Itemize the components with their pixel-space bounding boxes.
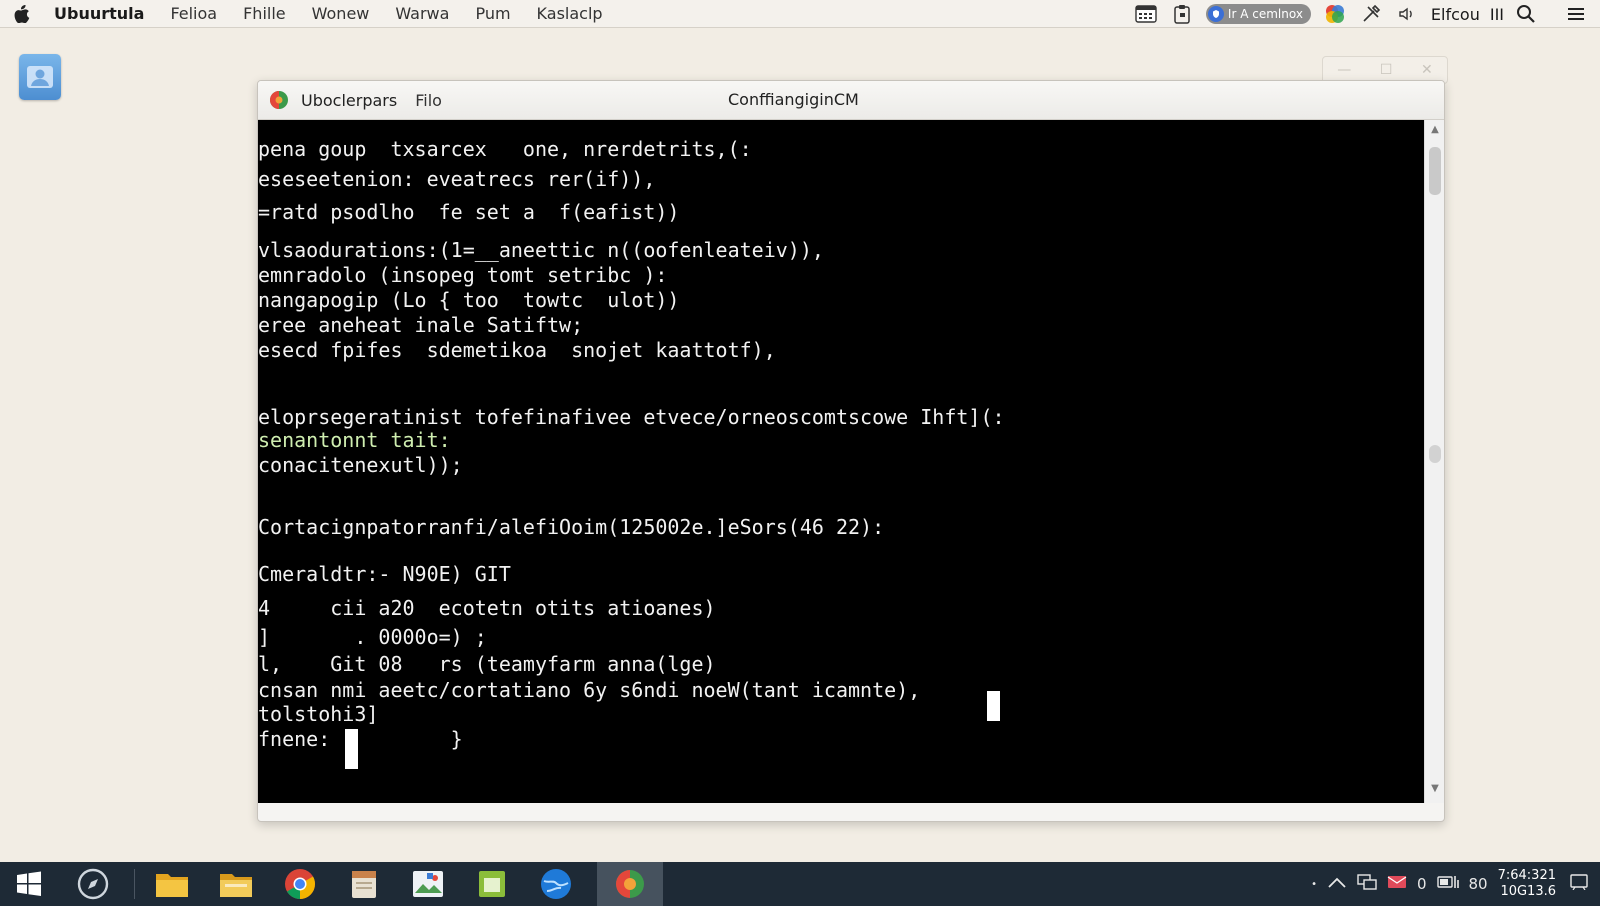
terminal-line: eree aneheat inale Satiftw; <box>258 313 584 337</box>
terminal-line: Cortacignpatorranfi/alefiOoim(125002e.]e… <box>258 515 885 539</box>
terminal-line: esecd fpifes sdemetikoa snojet kaattotf)… <box>258 338 776 362</box>
prompt-cursor <box>345 729 358 769</box>
terminal-line: cnsan nmi aeetc/cortatiano 6y s6ndi noeW… <box>258 678 921 702</box>
status-pill[interactable]: Ir A cemlnox <box>1205 4 1311 24</box>
chevron-up-icon[interactable] <box>1327 875 1347 893</box>
system-tray: • 0 80 7:64:321 10G13.6 <box>1311 862 1600 906</box>
network-icon[interactable] <box>1357 873 1377 895</box>
image-viewer-icon[interactable] <box>405 862 451 906</box>
terminal-line: fnene: } <box>258 727 463 751</box>
app-logo-icon <box>270 91 288 109</box>
text-cursor <box>987 691 1000 721</box>
tray-label: 80 <box>1468 875 1488 893</box>
terminal-line: vlsaodurations:(1=__aneettic n((oofenlea… <box>258 238 824 262</box>
terminal-line: eseseetenion: eveatrecs rer(if)), <box>258 167 656 191</box>
maximize-icon[interactable]: ☐ <box>1380 62 1393 78</box>
globe-mail-icon[interactable] <box>533 862 579 906</box>
calendar-icon[interactable] <box>1134 3 1158 25</box>
menu-item-1[interactable]: Felioa <box>170 4 217 23</box>
status-pill-label: Ir A cemlnox <box>1227 7 1303 21</box>
vertical-scrollbar[interactable]: ▲ ▼ <box>1424 120 1444 803</box>
notification-icon[interactable] <box>1570 874 1588 894</box>
terminal-line: Cmeraldtr:- N90E) GIT <box>258 562 511 586</box>
close-icon[interactable]: ✕ <box>1421 62 1433 78</box>
scroll-up-icon[interactable]: ▲ <box>1425 124 1444 140</box>
terminal-line: l, Git 08 rs (teamyfarm anna(lge) <box>258 652 716 676</box>
battery-icon[interactable] <box>1436 874 1459 894</box>
scroll-down-icon[interactable]: ▼ <box>1425 783 1444 799</box>
terminal-window: Uboclerpars Filo ConffiangiginCM pena go… <box>257 80 1445 822</box>
terminal-line: 4 cii a20 ecotetn otits atioanes) <box>258 596 716 620</box>
menu-app-name[interactable]: Ubuurtula <box>54 4 144 23</box>
shield-icon <box>1207 6 1224 22</box>
clock-time: 7:64:321 <box>1497 868 1556 883</box>
menu-item-6[interactable]: Kaslaclp <box>537 4 603 23</box>
hamburger-menu-icon[interactable] <box>1564 3 1588 25</box>
clipboard-icon[interactable] <box>1170 3 1194 25</box>
folder-icon[interactable] <box>213 862 259 906</box>
window-app-name[interactable]: Uboclerpars <box>301 91 397 110</box>
window-titlebar[interactable]: Uboclerpars Filo ConffiangiginCM <box>258 81 1444 120</box>
menu-item-4[interactable]: Warwa <box>395 4 449 23</box>
terminal-line: eloprsegeratinist tofefinafivee etvece/o… <box>258 405 1005 429</box>
desktop-user-folder-icon[interactable] <box>19 54 61 100</box>
terminal-line: senantonnt tait: <box>258 428 451 452</box>
menubar-clock[interactable]: Elfcou <box>1431 5 1480 24</box>
tray-dot-icon: • <box>1311 878 1317 890</box>
scrollbar-thumb[interactable] <box>1429 147 1441 195</box>
search-icon[interactable] <box>1514 3 1538 25</box>
terminal-output[interactable]: pena goup txsarcex one, nrerdetrits,(: e… <box>258 120 1424 803</box>
mail-badge-icon[interactable] <box>1387 874 1407 894</box>
volume-icon[interactable] <box>1395 3 1419 25</box>
chrome-browser-icon[interactable] <box>277 862 323 906</box>
apple-logo-icon[interactable] <box>12 4 32 24</box>
menu-item-3[interactable]: Wonew <box>312 4 370 23</box>
color-wheel-icon[interactable] <box>1323 3 1347 25</box>
terminal-line: ] . 0000o=) ; <box>258 625 487 649</box>
taskbar: • 0 80 7:64:321 10G13.6 <box>0 862 1600 906</box>
menu-item-5[interactable]: Pum <box>475 4 510 23</box>
clock-date: 10G13.6 <box>1500 884 1556 899</box>
file-explorer-icon[interactable] <box>149 862 195 906</box>
top-menu-bar: Ubuurtula Felioa Fhille Wonew Warwa Pum … <box>0 0 1600 28</box>
notes-icon[interactable] <box>469 862 515 906</box>
scrollbar-marker <box>1429 445 1441 463</box>
terminal-line: emnradolo (insopeg tomt setribc ): <box>258 263 668 287</box>
taskbar-clock[interactable]: 7:64:321 10G13.6 <box>1498 868 1556 900</box>
terminal-line: nangapogip (Lo { too towtc ulot)) <box>258 288 680 312</box>
window-title: ConffiangiginCM <box>728 90 859 109</box>
active-app-icon[interactable] <box>597 862 663 906</box>
menu-item-2[interactable]: Fhille <box>243 4 286 23</box>
archive-icon[interactable] <box>341 862 387 906</box>
tray-count: 0 <box>1416 875 1427 893</box>
menubar-extra[interactable]: III <box>1490 5 1504 24</box>
tools-icon[interactable] <box>1359 3 1383 25</box>
terminal-line: tolstohi3] <box>258 702 379 726</box>
terminal-line: conacitenexutl)); <box>258 453 463 477</box>
compass-icon[interactable] <box>70 862 116 906</box>
window-menu-file[interactable]: Filo <box>415 91 442 110</box>
taskbar-separator <box>134 869 135 899</box>
terminal-line: pena goup txsarcex one, nrerdetrits,(: <box>258 137 752 161</box>
terminal-line: =ratd psodlho fe set a f(eafist)) <box>258 200 680 224</box>
windows-start-icon[interactable] <box>6 862 52 906</box>
minimize-icon[interactable]: — <box>1337 62 1351 78</box>
